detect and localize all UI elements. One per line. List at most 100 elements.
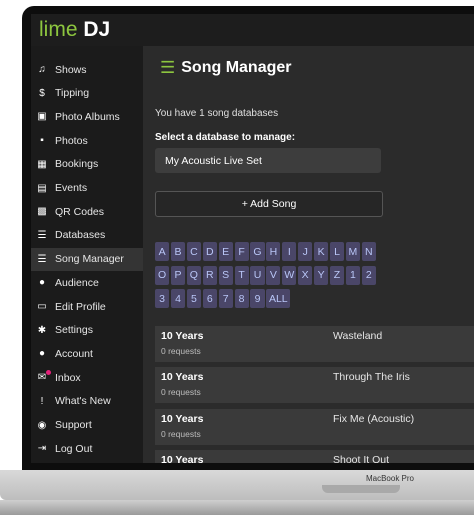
letter-filter-k[interactable]: K xyxy=(314,242,329,261)
letter-filter-7[interactable]: 7 xyxy=(218,289,233,308)
letter-filter-t[interactable]: T xyxy=(234,265,249,285)
app-screen: lime DJ ♫ Shows $ Tipping ▣ Photo Albums ▪ Phot… xyxy=(31,14,474,463)
letter-filter-m[interactable]: M xyxy=(345,242,360,261)
song-request-count: 0 requests xyxy=(161,346,201,356)
song-artist-title: 10 Years xyxy=(161,453,204,463)
sidebar-item-what-s-new[interactable]: ! What's New xyxy=(31,390,143,413)
letter-filter-p[interactable]: P xyxy=(170,265,186,285)
letter-filter-5[interactable]: 5 xyxy=(186,289,201,308)
photo-icon: ▪ xyxy=(40,135,44,147)
laptop-chin: MacBook Pro xyxy=(0,470,474,500)
letter-filter-v[interactable]: V xyxy=(266,265,281,285)
letter-filter-j[interactable]: J xyxy=(298,242,313,261)
letter-filter-a[interactable]: A xyxy=(155,242,170,261)
letter-filter-d[interactable]: D xyxy=(202,242,217,261)
letter-filter-b[interactable]: B xyxy=(170,242,186,261)
sidebar-item-label: Settings xyxy=(55,324,93,337)
select-database-label: Select a database to manage: xyxy=(155,132,296,143)
letter-filter-r[interactable]: R xyxy=(202,265,217,285)
letter-filter-q[interactable]: Q xyxy=(186,265,201,285)
letter-filter-x[interactable]: X xyxy=(298,265,313,285)
sidebar-item-label: Account xyxy=(55,347,93,360)
sidebar-item-edit-profile[interactable]: ▭ Edit Profile xyxy=(31,295,143,318)
logo-dj-text: DJ xyxy=(83,18,111,41)
letter-filter-9[interactable]: 9 xyxy=(250,289,265,308)
sidebar-item-events[interactable]: ▤ Events xyxy=(31,177,143,200)
letter-filter-g[interactable]: G xyxy=(250,242,265,261)
top-bar: lime DJ xyxy=(31,14,474,46)
letter-filter-8[interactable]: 8 xyxy=(234,289,249,308)
sidebar-item-label: Databases xyxy=(55,229,106,242)
sidebar-item-label: Events xyxy=(55,182,88,194)
letter-filter-n[interactable]: N xyxy=(361,242,376,261)
sidebar-item-label: Support xyxy=(55,419,92,431)
sidebar-item-account[interactable]: ● Account xyxy=(31,342,143,365)
sidebar-item-settings[interactable]: ✱ Settings xyxy=(31,319,143,342)
sidebar-item-song-manager[interactable]: ☰ Song Manager xyxy=(31,247,143,271)
letter-filter-2[interactable]: 2 xyxy=(361,265,376,285)
laptop-base xyxy=(0,500,474,515)
letter-filter-1[interactable]: 1 xyxy=(345,265,360,285)
envelope-icon: ✉ xyxy=(33,370,51,383)
sidebar-item-label: Inbox xyxy=(55,371,81,384)
sidebar-item-audience[interactable]: ● Audience xyxy=(31,271,143,294)
letter-filter-u[interactable]: U xyxy=(250,265,265,285)
add-song-button[interactable]: + Add Song xyxy=(155,191,383,217)
laptop-notch xyxy=(322,485,400,493)
sidebar-item-shows[interactable]: ♫ Shows xyxy=(31,58,143,81)
sidebar-item-label: Bookings xyxy=(55,158,99,171)
sidebar-item-photo-albums[interactable]: ▣ Photo Albums xyxy=(31,105,143,128)
sidebar-item-label: Song Manager xyxy=(55,253,124,266)
letter-filter-all[interactable]: ALL xyxy=(266,289,291,308)
main-content: ☰ Song Manager You have 1 song databases… xyxy=(143,46,474,463)
letter-filter-i[interactable]: I xyxy=(282,242,297,261)
sidebar-item-label: Tipping xyxy=(55,87,90,100)
letter-filter-z[interactable]: Z xyxy=(329,265,345,285)
song-name: Fix Me (Acoustic) xyxy=(333,412,415,425)
song-name: Wasteland xyxy=(333,330,383,342)
sidebar-item-inbox[interactable]: ✉ Inbox xyxy=(31,366,143,389)
letter-filter-h[interactable]: H xyxy=(266,242,281,261)
song-name: Shoot It Out xyxy=(333,453,390,463)
list-icon: ☰ xyxy=(37,253,47,265)
page-header: ☰ Song Manager xyxy=(160,58,291,78)
letter-filter-s[interactable]: S xyxy=(218,265,233,285)
letter-filter-f[interactable]: F xyxy=(234,242,249,261)
support-icon: ◉ xyxy=(37,419,47,431)
song-name: Through The Iris xyxy=(333,371,410,384)
sidebar-item-databases[interactable]: ☰ Databases xyxy=(31,224,143,247)
sidebar: ♫ Shows $ Tipping ▣ Photo Albums ▪ Photos ▦ Booki… xyxy=(31,46,143,463)
sidebar-item-label: Log Out xyxy=(55,442,93,455)
letter-filter-o[interactable]: O xyxy=(155,265,170,285)
letter-filter-w[interactable]: W xyxy=(282,265,297,285)
letter-filter-4[interactable]: 4 xyxy=(170,289,186,308)
page-title: Song Manager xyxy=(181,59,292,76)
sidebar-item-label: Photos xyxy=(55,134,88,147)
database-select[interactable]: My Acoustic Live Set xyxy=(155,148,381,173)
dollar-icon: $ xyxy=(39,87,45,99)
song-row[interactable]: 10 Years 0 requests Through The Iris xyxy=(155,367,474,404)
sidebar-item-tipping[interactable]: $ Tipping xyxy=(31,82,143,105)
sidebar-item-photos[interactable]: ▪ Photos xyxy=(31,129,143,152)
sidebar-item-support[interactable]: ◉ Support xyxy=(31,414,143,437)
qr-code-icon: ▩ xyxy=(37,206,47,218)
app-logo[interactable]: lime DJ xyxy=(39,18,110,42)
letter-filter-l[interactable]: L xyxy=(329,242,345,261)
letter-filter-y[interactable]: Y xyxy=(314,265,329,285)
gear-icon: ✱ xyxy=(37,324,47,336)
song-row[interactable]: 10 Years 0 requests Fix Me (Acoustic) xyxy=(155,408,474,445)
laptop-frame: lime DJ ♫ Shows $ Tipping ▣ Photo Albums ▪ Phot… xyxy=(0,0,474,515)
sidebar-item-log-out[interactable]: ⇥ Log Out xyxy=(31,437,143,460)
id-card-icon: ▭ xyxy=(37,301,47,312)
sidebar-item-bookings[interactable]: ▦ Bookings xyxy=(31,153,143,176)
song-row[interactable]: 10 Years0 requestsShoot It Out xyxy=(155,449,474,463)
sidebar-item-qr-codes[interactable]: ▩ QR Codes xyxy=(31,200,143,223)
letter-filter-c[interactable]: C xyxy=(186,242,201,261)
letter-filter-3[interactable]: 3 xyxy=(155,289,170,308)
sidebar-item-label: QR Codes xyxy=(55,205,105,218)
song-row[interactable]: 10 Years 0 requests Wasteland xyxy=(155,326,474,362)
letter-filter-6[interactable]: 6 xyxy=(202,289,217,308)
song-request-count: 0 requests xyxy=(161,428,201,439)
letter-filter-e[interactable]: E xyxy=(218,242,233,261)
song-artist-title: 10 Years xyxy=(161,330,204,342)
